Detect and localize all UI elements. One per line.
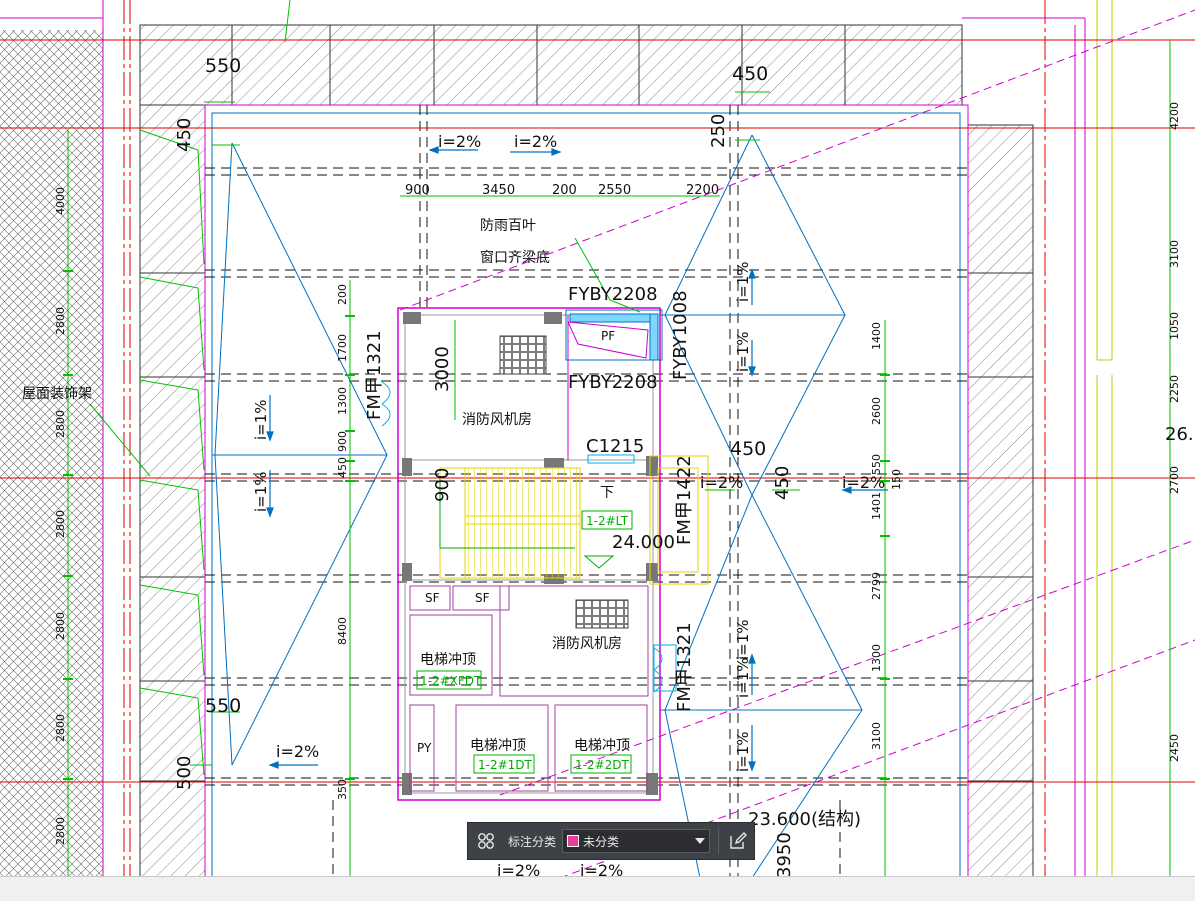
py-label: PY	[417, 741, 432, 755]
dim-450b: 450	[730, 438, 766, 460]
edit-button[interactable]	[725, 828, 751, 854]
vdim: 550	[870, 454, 883, 475]
grid-icon[interactable]	[474, 829, 498, 853]
window-code: C1215	[586, 436, 644, 457]
slope-label: i=1%	[734, 261, 752, 302]
slope-label: i=2%	[438, 132, 481, 151]
dim-550-top: 550	[205, 55, 241, 77]
category-label: 标注分类	[508, 834, 557, 849]
elevator-tag-3: 1-2#2DT	[575, 758, 630, 772]
dim-250-v: 250	[708, 114, 729, 148]
status-strip	[0, 876, 1195, 901]
slope-label: i=2%	[700, 473, 743, 492]
elevator-top-label-3: 电梯冲顶	[574, 738, 630, 754]
vdim: 450	[336, 457, 349, 478]
door-code-right: FM甲1422	[674, 455, 695, 545]
slope-label: i=1%	[734, 619, 752, 660]
dim-3000: 3000	[432, 346, 453, 392]
louver-code-bottom: FYBY2208	[568, 372, 658, 393]
louver-code-vertical: FYBY1008	[670, 290, 691, 380]
vdim: 1050	[1168, 312, 1181, 340]
vdim: 350	[336, 779, 349, 800]
dim-900: 900	[405, 183, 430, 198]
louver-label: 防雨百叶	[480, 218, 536, 234]
vdim: 1300	[336, 387, 349, 415]
vdim: 2250	[1168, 375, 1181, 403]
category-selected-value: 未分类	[583, 834, 620, 849]
category-select[interactable]: 未分类	[562, 829, 711, 853]
vdim: 4000	[54, 187, 67, 215]
sf-label-2: SF	[475, 591, 490, 605]
vdim: 3100	[1168, 240, 1181, 268]
vdim: 1700	[336, 334, 349, 362]
vdim: 2700	[1168, 466, 1181, 494]
vdim: 2450	[1168, 734, 1181, 762]
vdim: 150	[890, 469, 903, 490]
elevator-tag-1: 1-2#XFDT	[420, 674, 482, 688]
dim-2200: 2200	[686, 183, 719, 198]
dim-200: 200	[552, 183, 577, 198]
floor-plan-drawing: 550 450 550 450 900 3450 200 2550 2200 i…	[0, 0, 1195, 878]
vdim: 4200	[1168, 102, 1181, 130]
chevron-down-icon	[695, 838, 706, 844]
vdim: 2800	[54, 410, 67, 438]
vdim: 2600	[870, 397, 883, 425]
vdim: 3100	[870, 722, 883, 750]
slope-label: i=1%	[734, 731, 752, 772]
struct-elevation-label: 23.600(结构)	[748, 809, 861, 830]
dim-450-top: 450	[732, 63, 768, 85]
dim-500-v: 500	[174, 756, 195, 790]
elevator-tag: 1-2#LT	[586, 514, 629, 528]
category-color-swatch	[567, 835, 580, 847]
vdim: 1400	[870, 322, 883, 350]
dim-550: 550	[205, 695, 241, 717]
door-code-right-2: FM甲1321	[674, 622, 695, 712]
fan-room-label: 消防风机房	[462, 412, 532, 428]
fan-room-label-2: 消防风机房	[552, 636, 622, 652]
vdim: 1401	[870, 492, 883, 520]
slope-label: i=1%	[252, 471, 270, 512]
pf-label: PF	[601, 329, 615, 343]
dim-450-v2: 450	[772, 466, 793, 500]
vdim: 2800	[54, 817, 67, 845]
dim-450-v: 450	[174, 118, 195, 152]
louver-label-2: 窗口齐梁底	[480, 249, 550, 266]
dim-3450: 3450	[482, 183, 515, 198]
toolbar-divider	[718, 828, 720, 854]
dim-3950-v: 3950	[774, 832, 795, 878]
roof-frame-label: 屋面装饰架	[22, 386, 92, 402]
vdim: 2799	[870, 572, 883, 600]
elevation-label: 24.000	[612, 532, 675, 553]
vdim: 2800	[54, 510, 67, 538]
vdim: 1300	[870, 644, 883, 672]
door-code-left: FM甲1321	[364, 330, 385, 420]
edge-value: 26.1	[1165, 424, 1195, 445]
slope-label: i=2%	[276, 742, 319, 761]
elevator-top-label: 电梯冲顶	[420, 652, 476, 668]
elevator-top-label-2: 电梯冲顶	[470, 738, 526, 754]
vdim: 2800	[54, 714, 67, 742]
edit-icon	[730, 832, 748, 849]
stair-down-label: 下	[600, 485, 614, 501]
slope-label: i=2%	[514, 132, 557, 151]
annotation-category-toolbar: 标注分类 未分类	[467, 822, 755, 860]
vdim: 900	[336, 431, 349, 452]
slope-label: i=1%	[734, 331, 752, 372]
vdim: 2800	[54, 307, 67, 335]
vdim: 2800	[54, 612, 67, 640]
dim-900-v: 900	[432, 468, 453, 502]
vdim: 8400	[336, 617, 349, 645]
dim-2550: 2550	[598, 183, 631, 198]
cad-canvas[interactable]: 550 450 550 450 900 3450 200 2550 2200 i…	[0, 0, 1195, 878]
elevator-tag-2: 1-2#1DT	[478, 758, 533, 772]
top-wall-band	[139, 24, 963, 106]
sf-label: SF	[425, 591, 440, 605]
roof-frame-hatch	[0, 30, 103, 878]
vdim: 200	[336, 284, 349, 305]
slope-label: i=1%	[252, 399, 270, 440]
louver-code-top: FYBY2208	[568, 284, 658, 305]
slope-label: i=1%	[734, 657, 752, 698]
